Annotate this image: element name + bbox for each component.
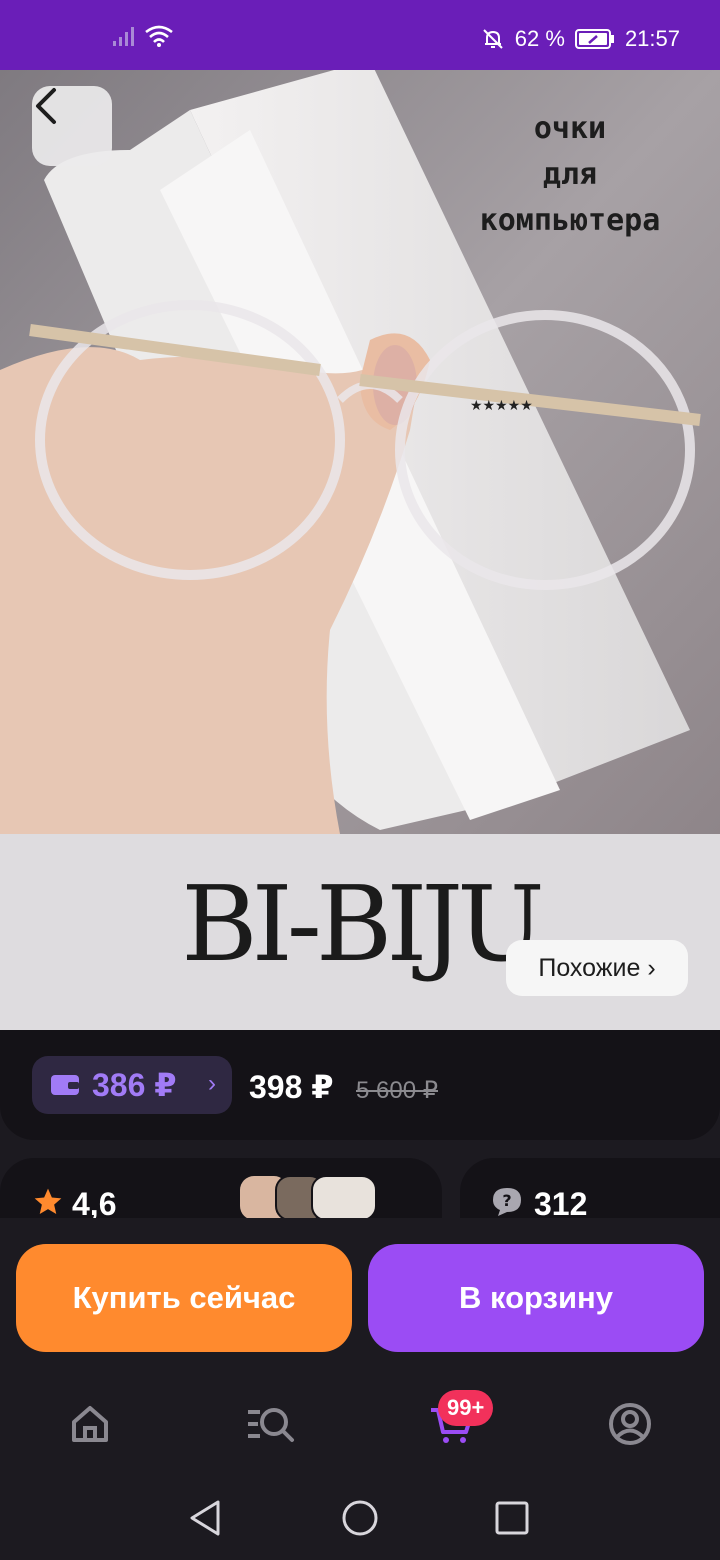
battery-icon (574, 29, 614, 49)
chevron-right-icon: › (208, 1070, 216, 1097)
clock: 21:57 (624, 26, 680, 51)
wallet-icon (51, 1075, 79, 1095)
product-image[interactable]: ★★★★★ очки для компьютера (0, 70, 720, 834)
cart-badge: 99+ (438, 1390, 494, 1426)
price-card: 386 ₽ › 398 ₽ 5 600 ₽ (0, 1030, 720, 1140)
image-caption-line: для (542, 157, 598, 192)
buy-now-button[interactable]: Купить сейчас (16, 1244, 352, 1352)
product-page: 62 % 21:57 ★★★★★ очки для компьютера BI-… (0, 0, 720, 1560)
status-right: 62 % 21:57 (481, 26, 680, 52)
brand-section[interactable]: BI-BIJU Похожие › (0, 834, 720, 1030)
image-caption-line: очки (533, 111, 607, 146)
wifi-icon (145, 25, 173, 47)
current-price: 398 ₽ (249, 1069, 334, 1105)
image-caption-line: компьютера (479, 203, 661, 238)
system-nav-bar (0, 1468, 720, 1560)
system-back-button[interactable] (186, 1498, 226, 1538)
mute-bell-icon (483, 29, 503, 49)
bottom-nav: 99+ (0, 1378, 720, 1468)
status-bar: 62 % 21:57 (0, 0, 720, 70)
image-caption: очки для компьютера (440, 106, 700, 244)
wallet-price-chip[interactable]: 386 ₽ › (32, 1056, 232, 1114)
profile-icon (609, 1403, 651, 1445)
status-left (112, 24, 174, 48)
review-photos[interactable] (240, 1176, 376, 1220)
chevron-left-icon (36, 88, 56, 124)
square-recents-icon (495, 1501, 529, 1535)
old-price: 5 600 ₽ (356, 1077, 438, 1104)
circle-home-icon (342, 1500, 378, 1536)
nav-home[interactable] (66, 1400, 114, 1448)
system-recents-button[interactable] (492, 1498, 532, 1538)
back-button[interactable] (32, 86, 112, 166)
question-bubble-icon: ? (493, 1188, 521, 1216)
star-icon (34, 1188, 62, 1214)
catalog-search-icon (248, 1408, 294, 1442)
signal-icon (113, 27, 134, 46)
add-to-cart-button[interactable]: В корзину (368, 1244, 704, 1352)
svg-text:★★★★★: ★★★★★ (470, 397, 533, 413)
wallet-price: 386 ₽ (92, 1067, 177, 1103)
review-photo-thumbnails (240, 1176, 376, 1220)
battery-percent: 62 % (514, 26, 565, 51)
home-icon (72, 1406, 108, 1442)
svg-text:?: ? (502, 1191, 511, 1210)
nav-catalog[interactable] (246, 1400, 294, 1448)
system-home-button[interactable] (340, 1498, 380, 1538)
action-bar: Купить сейчас В корзину (0, 1218, 720, 1378)
nav-profile[interactable] (606, 1400, 654, 1448)
triangle-back-icon (190, 1500, 220, 1536)
similar-button[interactable]: Похожие › (506, 940, 688, 996)
